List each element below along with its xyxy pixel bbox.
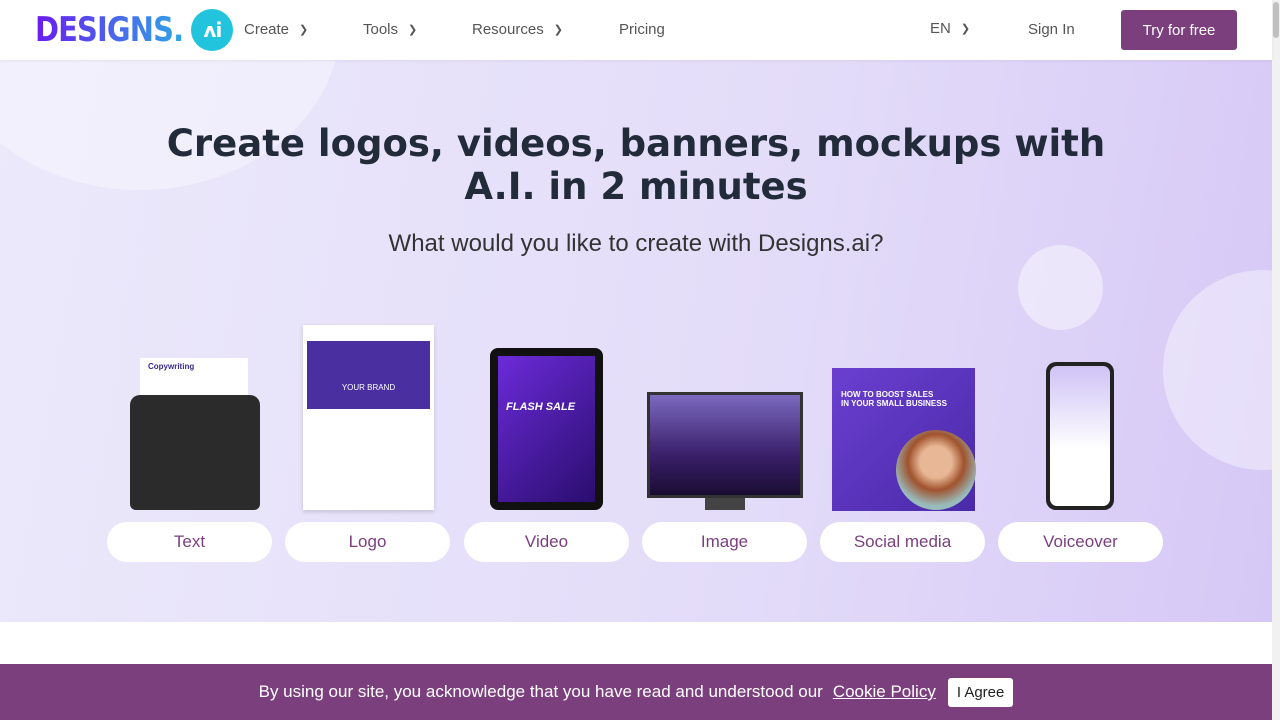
nav-label: Create — [244, 21, 290, 38]
cookie-banner: By using our site, you acknowledge that … — [0, 664, 1272, 720]
chevron-down-icon: ❯ — [408, 24, 418, 36]
nav-pricing[interactable]: Pricing — [619, 21, 665, 38]
social-media-post-image: HOW TO BOOST SALES IN YOUR SMALL BUSINESS — [832, 368, 976, 511]
decor-circle — [1163, 270, 1272, 470]
scrollbar-thumb[interactable] — [1273, 2, 1279, 38]
top-navbar: DESIGNS. ʌi Create ❯ Tools ❯ Resources ❯ Pri… — [0, 0, 1272, 60]
nav-label: Pricing — [619, 21, 665, 38]
chevron-down-icon: ❯ — [553, 24, 563, 36]
nav-resources[interactable]: Resources ❯ — [472, 21, 563, 38]
create-social-media-button[interactable]: Social media — [820, 522, 985, 562]
monitor-stand — [705, 498, 745, 510]
phone-voiceover-image — [1046, 362, 1114, 510]
agree-button[interactable]: I Agree — [947, 677, 1014, 707]
cookie-text: By using our site, you acknowledge that … — [258, 682, 823, 701]
chevron-down-icon: ❯ — [299, 24, 309, 36]
hero-subtitle: What would you like to create with Desig… — [388, 230, 884, 257]
hero-title: Create logos, videos, banners, mockups w… — [166, 122, 1106, 208]
nav-create[interactable]: Create ❯ — [244, 21, 308, 38]
nav-tools[interactable]: Tools ❯ — [363, 21, 417, 38]
tablet-video-image: FLASH SALE — [490, 348, 603, 510]
create-voiceover-button[interactable]: Voiceover — [998, 522, 1163, 562]
create-logo-button[interactable]: Logo — [285, 522, 450, 562]
language-selector[interactable]: EN ❯ — [930, 20, 970, 37]
sign-in-link[interactable]: Sign In — [1028, 21, 1075, 38]
scrollbar[interactable] — [1272, 0, 1280, 720]
designs-ai-logo[interactable]: DESIGNS. ʌi — [35, 9, 234, 51]
nav-label: Tools — [363, 21, 399, 38]
language-label: EN — [930, 20, 951, 37]
typewriter-image — [130, 395, 260, 510]
chevron-down-icon: ❯ — [960, 23, 971, 35]
logo-brand-image: YOUR BRAND — [303, 325, 434, 510]
hero-section: Create logos, videos, banners, mockups w… — [0, 60, 1272, 622]
monitor-image — [647, 392, 803, 498]
create-video-button[interactable]: Video — [464, 522, 629, 562]
sign-in-label: Sign In — [1028, 21, 1075, 38]
try-for-free-button[interactable]: Try for free — [1121, 10, 1237, 50]
create-image-button[interactable]: Image — [642, 522, 807, 562]
cookie-policy-link[interactable]: Cookie Policy — [833, 682, 936, 702]
create-text-button[interactable]: Text — [107, 522, 272, 562]
nav-label: Resources — [472, 21, 544, 38]
